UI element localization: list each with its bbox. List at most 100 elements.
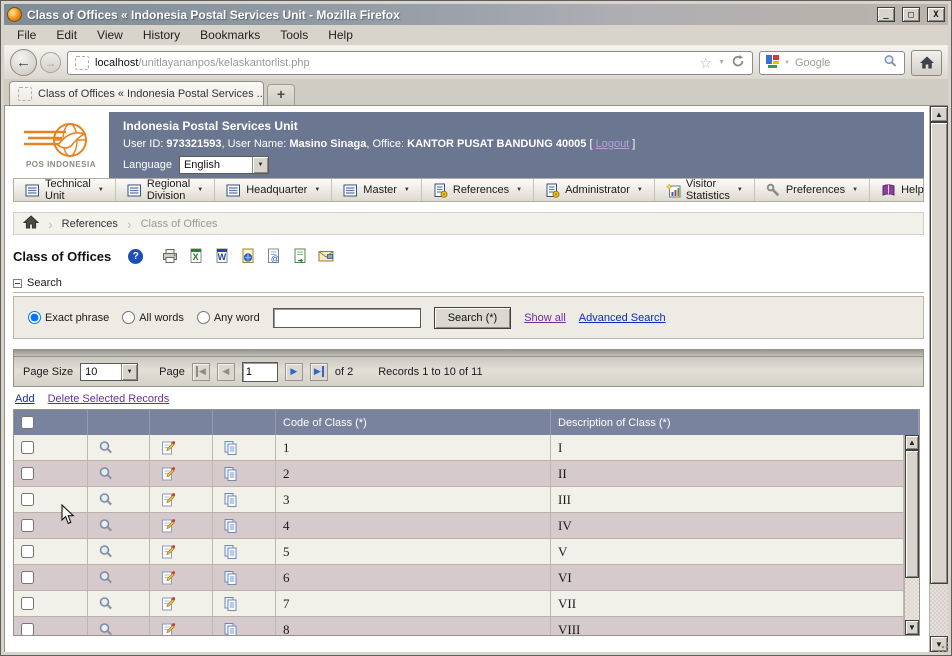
search-magnifier-icon[interactable] xyxy=(883,54,898,72)
reload-icon[interactable] xyxy=(731,54,745,71)
column-header-code[interactable]: Code of Class (*) xyxy=(276,410,551,435)
bookmark-star-icon[interactable]: ☆ xyxy=(700,56,713,70)
select-all-checkbox[interactable] xyxy=(21,416,34,429)
radio-input-exact-phrase[interactable] xyxy=(28,311,41,324)
scrollbar-thumb[interactable] xyxy=(930,122,948,584)
export-csv-icon[interactable] xyxy=(292,248,308,264)
view-icon[interactable] xyxy=(98,492,114,508)
address-bar[interactable]: localhost/unitlayananpos/kelaskantorlist… xyxy=(67,51,753,75)
scroll-up-icon[interactable]: ▲ xyxy=(930,106,948,122)
view-icon[interactable] xyxy=(98,544,114,560)
chevron-down-icon[interactable]: ▼ xyxy=(718,59,725,66)
edit-icon[interactable] xyxy=(160,622,176,636)
copy-icon[interactable] xyxy=(223,570,239,586)
copy-icon[interactable] xyxy=(223,492,239,508)
row-checkbox[interactable] xyxy=(21,571,34,584)
view-icon[interactable] xyxy=(98,466,114,482)
nav-help[interactable]: Help▼ xyxy=(870,179,929,201)
show-all-link[interactable]: Show all xyxy=(524,312,566,324)
first-page-button[interactable]: ◀ xyxy=(192,363,210,381)
nav-administrator[interactable]: Administrator▼ xyxy=(534,179,655,201)
edit-icon[interactable] xyxy=(160,466,176,482)
search-button[interactable]: Search (*) xyxy=(434,307,512,329)
menu-bookmarks[interactable]: Bookmarks xyxy=(191,26,269,44)
menu-view[interactable]: View xyxy=(88,26,132,44)
view-icon[interactable] xyxy=(98,596,114,612)
radio-input-any-word[interactable] xyxy=(197,311,210,324)
nav-master[interactable]: Master▼ xyxy=(332,179,422,201)
back-button[interactable]: ← xyxy=(10,49,37,76)
export-word-icon[interactable]: W xyxy=(214,248,230,264)
radio-all-words[interactable]: All words xyxy=(122,311,184,324)
view-icon[interactable] xyxy=(98,622,114,636)
copy-icon[interactable] xyxy=(223,544,239,560)
menu-history[interactable]: History xyxy=(134,26,189,44)
copy-icon[interactable] xyxy=(223,466,239,482)
previous-page-button[interactable]: ◀ xyxy=(217,363,235,381)
copy-icon[interactable] xyxy=(223,622,239,636)
menu-file[interactable]: File xyxy=(8,26,45,44)
web-search-box[interactable]: ▼ Google xyxy=(759,51,905,75)
copy-icon[interactable] xyxy=(223,518,239,534)
scrollbar-thumb[interactable] xyxy=(905,450,919,578)
row-checkbox[interactable] xyxy=(21,623,34,635)
row-checkbox[interactable] xyxy=(21,519,34,532)
breadcrumb-home-icon[interactable] xyxy=(23,215,39,232)
grid-scrollbar[interactable]: ▲ ▼ xyxy=(904,435,919,635)
nav-preferences[interactable]: Preferences▼ xyxy=(755,179,870,201)
new-tab-button[interactable]: + xyxy=(267,84,295,105)
forward-button[interactable]: → xyxy=(40,52,61,73)
nav-references[interactable]: References▼ xyxy=(422,179,534,201)
radio-input-all-words[interactable] xyxy=(122,311,135,324)
row-checkbox[interactable] xyxy=(21,493,34,506)
column-header-description[interactable]: Description of Class (*) xyxy=(551,410,919,435)
maximize-button[interactable]: □ xyxy=(902,7,920,22)
edit-icon[interactable] xyxy=(160,440,176,456)
view-icon[interactable] xyxy=(98,440,114,456)
google-engine-icon[interactable] xyxy=(766,55,779,71)
edit-icon[interactable] xyxy=(160,570,176,586)
search-input[interactable] xyxy=(273,308,421,328)
row-checkbox[interactable] xyxy=(21,467,34,480)
printer-icon[interactable] xyxy=(162,248,178,264)
menu-tools[interactable]: Tools xyxy=(271,26,317,44)
page-number-input[interactable] xyxy=(242,362,278,382)
logout-link[interactable]: Logout xyxy=(596,138,630,150)
row-checkbox[interactable] xyxy=(21,597,34,610)
nav-regional-division[interactable]: Regional Division▼ xyxy=(116,179,215,201)
nav-technical-unit[interactable]: Technical Unit▼ xyxy=(14,179,116,201)
minimize-button[interactable]: _ xyxy=(877,7,895,22)
edit-icon[interactable] xyxy=(160,492,176,508)
copy-icon[interactable] xyxy=(223,596,239,612)
export-excel-icon[interactable]: X xyxy=(188,248,204,264)
resize-grip[interactable] xyxy=(936,640,949,653)
nav-headquarter[interactable]: Headquarter▼ xyxy=(215,179,332,201)
scroll-up-icon[interactable]: ▲ xyxy=(905,435,919,450)
add-link[interactable]: Add xyxy=(15,393,35,405)
chevron-down-icon[interactable]: ▼ xyxy=(784,60,790,66)
breadcrumb-item-references[interactable]: References xyxy=(62,218,118,230)
home-button[interactable] xyxy=(911,50,942,76)
radio-any-word[interactable]: Any word xyxy=(197,311,260,324)
tab-class-of-offices[interactable]: Class of Offices « Indonesia Postal Serv… xyxy=(9,81,264,105)
language-select[interactable]: English ▼ xyxy=(179,156,269,174)
view-icon[interactable] xyxy=(98,518,114,534)
row-checkbox[interactable] xyxy=(21,545,34,558)
export-html-icon[interactable] xyxy=(240,248,256,264)
scroll-down-icon[interactable]: ▼ xyxy=(905,620,919,635)
delete-selected-link[interactable]: Delete Selected Records xyxy=(48,393,170,405)
close-button[interactable]: X xyxy=(927,7,945,22)
help-icon[interactable]: ? xyxy=(128,249,143,264)
copy-icon[interactable] xyxy=(223,440,239,456)
edit-icon[interactable] xyxy=(160,544,176,560)
mail-icon[interactable] xyxy=(318,248,334,264)
export-email-icon[interactable]: @ xyxy=(266,248,282,264)
edit-icon[interactable] xyxy=(160,518,176,534)
next-page-button[interactable]: ▶ xyxy=(285,363,303,381)
last-page-button[interactable]: ▶ xyxy=(310,363,328,381)
browser-scrollbar[interactable]: ▲ ▼ xyxy=(929,106,948,652)
edit-icon[interactable] xyxy=(160,596,176,612)
view-icon[interactable] xyxy=(98,570,114,586)
page-size-select[interactable]: 10 ▼ xyxy=(80,363,138,381)
row-checkbox[interactable] xyxy=(21,441,34,454)
